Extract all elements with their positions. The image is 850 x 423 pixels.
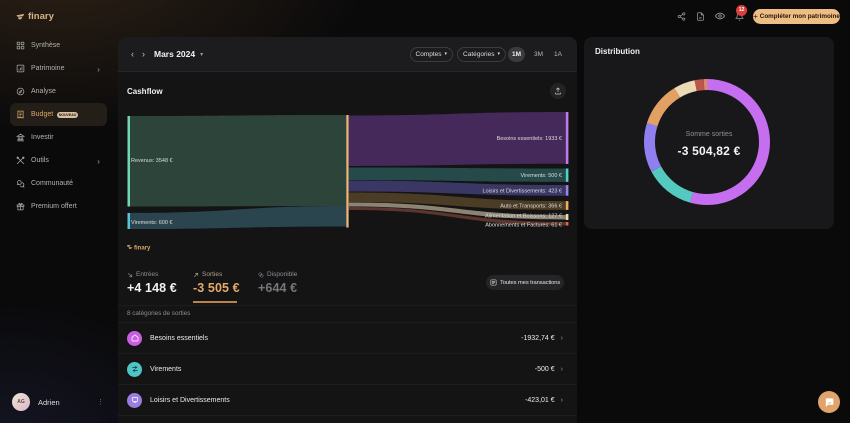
svg-text:Alimentation et Boissons: 127: Alimentation et Boissons: 127 € [485,214,562,220]
svg-text:Abonnements et Factures: 61 €: Abonnements et Factures: 61 € [485,223,562,229]
svg-text:Auto et Transports: 366 €: Auto et Transports: 366 € [500,204,562,210]
svg-text:Loisirs et Divertissements: 42: Loisirs et Divertissements: 423 € [483,189,562,195]
svg-text:finary: finary [134,246,151,252]
svg-text:Virements: 500 €: Virements: 500 € [521,173,562,179]
svg-text:Revenus: 3548 €: Revenus: 3548 € [131,158,173,164]
svg-text:Virements: 600 €: Virements: 600 € [131,220,172,226]
svg-text:Besoins essentiels: 1933 €: Besoins essentiels: 1933 € [497,136,562,142]
